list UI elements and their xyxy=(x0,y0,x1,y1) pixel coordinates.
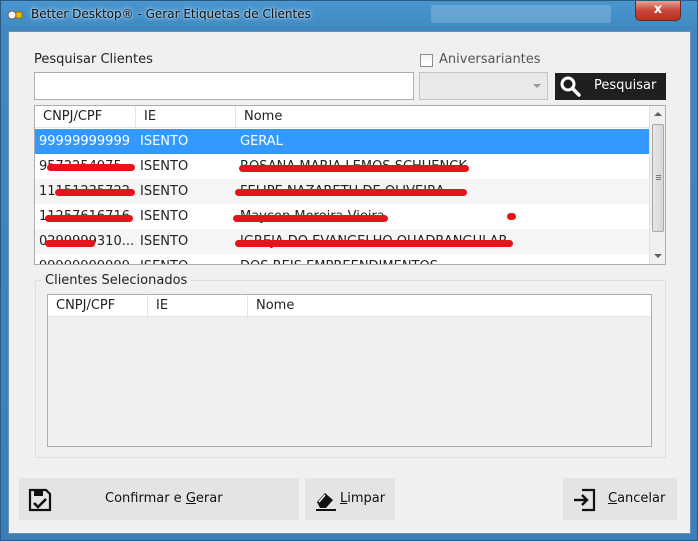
close-icon: x xyxy=(653,2,663,17)
eraser-icon xyxy=(316,493,336,511)
grid-header: CNPJ/CPF IE Nome xyxy=(35,106,649,128)
clear-label: Limpar xyxy=(340,491,385,506)
clear-button[interactable]: Limpar xyxy=(305,478,395,520)
window-title: Better Desktop® - Gerar Etiquetas de Cli… xyxy=(31,7,311,21)
month-combobox[interactable] xyxy=(419,72,548,100)
exit-door-icon xyxy=(574,488,596,512)
redaction-mark xyxy=(45,215,133,222)
column-header-doc[interactable]: CNPJ/CPF xyxy=(35,106,136,128)
chevron-down-icon xyxy=(533,84,541,88)
scroll-down-icon[interactable] xyxy=(654,254,662,258)
cell-ie: ISENTO xyxy=(140,134,189,149)
redaction-mark xyxy=(45,240,95,247)
column-header-doc[interactable]: CNPJ/CPF xyxy=(48,295,148,317)
cell-doc: 99999999999 xyxy=(35,254,136,264)
cell-ie: ISENTO xyxy=(140,234,189,249)
save-check-icon xyxy=(28,488,52,512)
table-row[interactable]: 11151235722 ISENTO FELIPE NAZARETH DE OL… xyxy=(35,179,649,204)
redaction-mark xyxy=(55,189,135,196)
cell-ie: ISENTO xyxy=(136,254,236,264)
redaction-mark xyxy=(507,213,516,220)
cancel-label-suffix: ancelar xyxy=(617,491,666,506)
birthday-label: Aniversariantes xyxy=(439,52,541,67)
cell-doc: 99999999999 xyxy=(39,134,130,149)
search-input[interactable] xyxy=(34,72,414,100)
cell-name: DOS REIS EMPREENDIMENTOS xyxy=(236,254,649,264)
title-bar[interactable]: Better Desktop® - Gerar Etiquetas de Cli… xyxy=(1,1,697,31)
scroll-thumb[interactable] xyxy=(652,124,664,232)
cell-ie: ISENTO xyxy=(140,209,189,224)
search-button[interactable]: Pesquisar xyxy=(555,73,666,100)
birthday-checkbox[interactable] xyxy=(420,54,433,67)
search-button-label: Pesquisar xyxy=(594,78,657,93)
background-window-hint xyxy=(431,5,611,23)
cell-name: GERAL xyxy=(240,134,283,149)
app-icon xyxy=(7,10,23,20)
redaction-mark xyxy=(235,240,513,247)
search-label: Pesquisar Clientes xyxy=(34,52,153,67)
table-row[interactable]: 9572254975 ISENTO ROSANA MARIA LEMOS SCH… xyxy=(35,154,649,179)
selected-clients-title: Clientes Selecionados xyxy=(41,273,192,288)
column-header-name[interactable]: Nome xyxy=(248,295,651,317)
cancel-label: Cancelar xyxy=(608,491,665,506)
redaction-mark xyxy=(239,165,469,172)
grid-header: CNPJ/CPF IE Nome xyxy=(48,295,651,317)
column-header-name[interactable]: Nome xyxy=(236,106,649,128)
table-row[interactable]: 99999999999 ISENTO DOS REIS EMPREENDIMEN… xyxy=(35,254,649,264)
table-row[interactable]: 99999999999 ISENTO GERAL xyxy=(35,129,649,154)
cancel-label-accel: C xyxy=(608,491,618,506)
cancel-button[interactable]: Cancelar xyxy=(563,478,677,520)
column-header-ie[interactable]: IE xyxy=(148,295,248,317)
column-header-ie[interactable]: IE xyxy=(136,106,236,128)
cell-ie: ISENTO xyxy=(140,159,189,174)
vertical-scrollbar[interactable] xyxy=(649,106,665,264)
confirm-label-prefix: Confirmar e xyxy=(105,491,186,506)
magnifier-icon xyxy=(560,76,581,97)
redaction-mark xyxy=(235,189,467,196)
table-row[interactable]: 0299999310... ISENTO IGREJA DO EVANGELHO… xyxy=(35,229,649,254)
redaction-mark xyxy=(233,215,388,222)
redaction-mark xyxy=(47,164,135,171)
confirm-label-suffix: erar xyxy=(195,491,223,506)
table-row[interactable]: 11257616716 ISENTO Maycon Moreira Vieira xyxy=(35,204,649,229)
clients-grid[interactable]: CNPJ/CPF IE Nome 99999999999 ISENTO GERA… xyxy=(34,105,666,265)
dialog-body: Pesquisar Clientes Aniversariantes Pesqu… xyxy=(8,31,691,534)
confirm-generate-label: Confirmar e Gerar xyxy=(105,491,223,506)
clear-label-suffix: impar xyxy=(347,491,386,506)
scroll-up-icon[interactable] xyxy=(654,112,662,116)
grip-icon xyxy=(656,175,661,176)
confirm-label-accel: G xyxy=(185,491,196,506)
main-window: Better Desktop® - Gerar Etiquetas de Cli… xyxy=(0,0,698,541)
selected-clients-grid[interactable]: CNPJ/CPF IE Nome xyxy=(47,294,652,447)
cell-ie: ISENTO xyxy=(140,184,189,199)
confirm-generate-button[interactable]: Confirmar e Gerar xyxy=(19,478,299,520)
close-button[interactable]: x xyxy=(635,1,681,21)
